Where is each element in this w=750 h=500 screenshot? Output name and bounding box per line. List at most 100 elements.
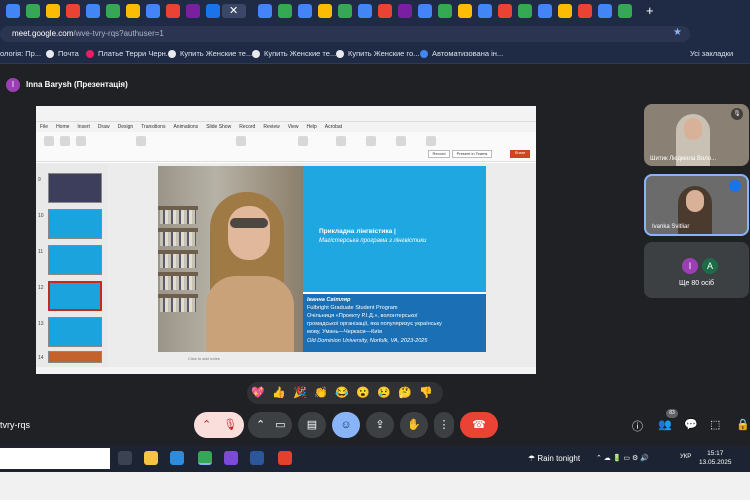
bookmark-item[interactable]: Автоматизована ін... [420, 49, 503, 59]
new-slide-icon[interactable] [60, 136, 70, 146]
bookmark-item[interactable]: Купить Женские те... [168, 49, 252, 59]
ppt-tab[interactable]: Help [306, 124, 316, 130]
tab-icon[interactable] [126, 4, 140, 18]
tab-icon[interactable] [458, 4, 472, 18]
paragraph-icon[interactable] [236, 136, 246, 146]
tab-icon[interactable] [146, 4, 160, 18]
slide-thumbnail-selected[interactable] [48, 281, 102, 311]
reaction-party[interactable]: 🎉 [293, 386, 307, 399]
bookmark-star-icon[interactable]: ★ [673, 27, 682, 38]
reaction-thumbs-up[interactable]: 👍 [272, 386, 286, 399]
editing-icon[interactable] [366, 136, 376, 146]
tab-icon[interactable] [518, 4, 532, 18]
tab-icon[interactable] [6, 4, 20, 18]
tab-icon[interactable] [498, 4, 512, 18]
notes-placeholder[interactable]: Click to add notes [188, 356, 220, 361]
task-view-icon[interactable] [118, 451, 132, 465]
current-slide[interactable]: Прикладна лінгвістика | Магістерська про… [158, 166, 486, 352]
file-explorer-icon[interactable] [144, 451, 158, 465]
ppt-tab[interactable]: Transitions [141, 124, 165, 130]
present-button[interactable]: ⇪ [366, 412, 394, 438]
more-options-button[interactable]: ⋮ [434, 412, 454, 438]
tab-icon[interactable] [478, 4, 492, 18]
raise-hand-button[interactable]: ✋ [400, 412, 428, 438]
shapes-icon[interactable] [298, 136, 308, 146]
bookmark-item[interactable]: Почта [46, 49, 79, 59]
emoji-button[interactable]: ☺ [332, 412, 360, 438]
participant-tile[interactable]: 🎙 Шитик Людмила Воло... [644, 104, 749, 166]
reaction-laugh[interactable]: 😂 [335, 386, 349, 399]
slide-thumbnail[interactable] [48, 173, 102, 203]
reaction-thumbs-down[interactable]: 👎 [419, 386, 433, 399]
viber-icon[interactable] [224, 451, 238, 465]
word-icon[interactable] [250, 451, 264, 465]
ppt-tab[interactable]: View [288, 124, 299, 130]
bookmark-item[interactable]: Платье Терри Черн... [86, 49, 172, 59]
url-text[interactable]: meet.google.com/wve-tvry-rqs?authuser=1 [12, 29, 164, 38]
ppt-tab[interactable]: Slide Show [206, 124, 231, 130]
tab-icon[interactable] [86, 4, 100, 18]
reaction-thinking[interactable]: 🤔 [398, 386, 412, 399]
ppt-tab[interactable]: Animations [173, 124, 198, 130]
people-icon[interactable]: 👥 [658, 418, 672, 431]
tab-icon[interactable] [438, 4, 452, 18]
more-participants-tile[interactable]: I A Ще 80 осіб [644, 242, 749, 298]
font-icon[interactable] [136, 136, 146, 146]
share-button[interactable]: Share [510, 150, 530, 158]
dictate-icon[interactable] [396, 136, 406, 146]
ppt-tab[interactable]: Acrobat [325, 124, 342, 130]
designer-icon[interactable] [426, 136, 436, 146]
tab-icon[interactable] [378, 4, 392, 18]
ppt-tab[interactable]: Home [56, 124, 69, 130]
taskbar-search[interactable] [0, 448, 110, 469]
edge-icon[interactable] [170, 451, 184, 465]
tab-icon[interactable] [418, 4, 432, 18]
paste-icon[interactable] [44, 136, 54, 146]
tab-icon[interactable] [598, 4, 612, 18]
bookmark-item[interactable]: ологія: Пр... [0, 49, 41, 58]
reaction-clap[interactable]: 👏 [314, 386, 328, 399]
ppt-tab[interactable]: Review [263, 124, 279, 130]
tab-icon[interactable] [618, 4, 632, 18]
opera-icon[interactable] [278, 451, 292, 465]
tab-icon[interactable] [398, 4, 412, 18]
chevron-up-icon[interactable]: ⌃ [256, 419, 265, 431]
close-tab-icon[interactable]: ✕ [229, 4, 238, 17]
reaction-sad[interactable]: 😢 [377, 386, 391, 399]
arrange-icon[interactable] [336, 136, 346, 146]
tab-icon[interactable] [278, 4, 292, 18]
ppt-tab[interactable]: Record [239, 124, 255, 130]
reaction-heart[interactable]: 💖 [251, 386, 265, 399]
weather-widget[interactable]: ☂ Rain tonight [528, 454, 580, 463]
ppt-tab[interactable]: Insert [77, 124, 90, 130]
chrome-icon[interactable] [198, 451, 212, 465]
tab-icon[interactable] [358, 4, 372, 18]
tab-icon[interactable] [166, 4, 180, 18]
slide-thumbnail[interactable] [48, 351, 102, 363]
tab-icon[interactable] [26, 4, 40, 18]
info-icon[interactable]: ⓘ [632, 418, 643, 434]
all-bookmarks[interactable]: Усі закладки [690, 49, 733, 58]
tab-icon[interactable] [318, 4, 332, 18]
tab-icon[interactable] [186, 4, 200, 18]
bookmark-item[interactable]: Купить Женские те... [252, 49, 336, 59]
ppt-tab[interactable]: Design [118, 124, 134, 130]
tab-icon[interactable] [538, 4, 552, 18]
new-tab-icon[interactable]: + [646, 3, 654, 18]
system-tray[interactable]: ⌃ ☁ 🔋 ▭ ⚙ 🔊 [596, 454, 649, 462]
tab-icon[interactable] [258, 4, 272, 18]
captions-button[interactable]: ▤ [298, 412, 326, 438]
activities-icon[interactable]: ⬚ [710, 418, 720, 431]
participant-tile-speaking[interactable]: Ivanka Svitliar [644, 174, 749, 236]
reaction-surprised[interactable]: 😮 [356, 386, 370, 399]
camera-toggle-button[interactable]: ⌃ ▭ [248, 412, 292, 438]
lock-icon[interactable]: 🔒 [736, 418, 750, 431]
bookmark-item[interactable]: Купить Женские го... [336, 49, 419, 59]
tab-icon[interactable] [578, 4, 592, 18]
slide-thumbnail[interactable] [48, 245, 102, 275]
slide-thumbnail[interactable] [48, 317, 102, 347]
tab-icon[interactable] [558, 4, 572, 18]
leave-call-button[interactable]: ☎ [460, 412, 498, 438]
present-in-teams-button[interactable]: Present in Teams [452, 150, 492, 158]
layout-icon[interactable] [76, 136, 86, 146]
